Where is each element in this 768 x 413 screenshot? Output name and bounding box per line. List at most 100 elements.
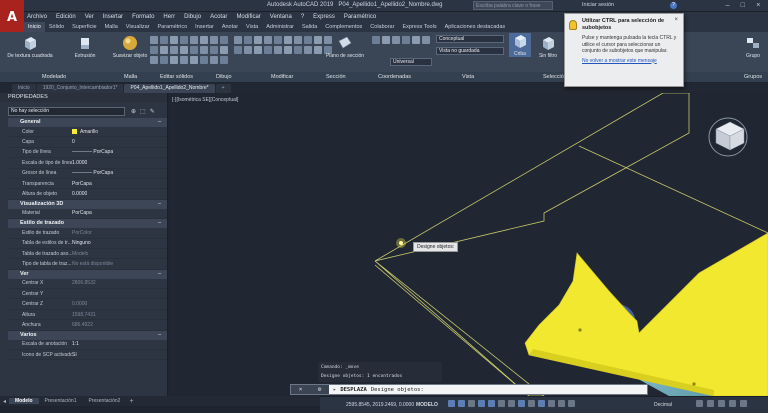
tab-insertar[interactable]: Insertar — [191, 22, 218, 32]
selection-dropdown[interactable]: No hay selección — [8, 107, 125, 116]
property-row[interactable]: Grosor de línea ———— PorCapa — [8, 169, 167, 179]
polar-icon[interactable] — [478, 400, 485, 407]
signin-button[interactable]: Iniciar sesión — [582, 2, 614, 8]
quick-select-icon[interactable]: ✎ — [150, 108, 155, 115]
units-dropdown[interactable]: Decimal — [654, 402, 672, 408]
tab-aplicaciones[interactable]: Aplicaciones destacadas — [441, 22, 510, 32]
tab-administrar[interactable]: Administrar — [262, 22, 298, 32]
tool-stretch-icon[interactable] — [234, 36, 242, 44]
dynamic-ucs-icon[interactable] — [548, 400, 555, 407]
tool-ucs-icon[interactable] — [274, 46, 282, 54]
osnap-icon[interactable] — [488, 400, 495, 407]
panel-grupos[interactable]: Grupos — [744, 74, 762, 80]
tool-3drotate-icon[interactable] — [304, 36, 312, 44]
menu-modificar[interactable]: Modificar — [236, 14, 260, 20]
extrude-button[interactable]: Extrusión — [70, 35, 100, 59]
tool-flatshot-icon[interactable] — [264, 46, 272, 54]
toggle-pickadd-icon[interactable]: ⊕ — [131, 108, 136, 115]
property-row[interactable]: Estilo de trazado PorColor — [8, 228, 167, 239]
layout-tab-presentacion2[interactable]: Presentación2 — [82, 398, 126, 404]
file-tab-conjunto[interactable]: 1920_Conjunto_Intercambiador1* — [36, 84, 124, 93]
tab-malla[interactable]: Malla — [101, 22, 122, 32]
tool-chamfer-icon[interactable] — [220, 36, 228, 44]
panel-malla[interactable]: Malla — [124, 74, 137, 80]
visual-style-dropdown[interactable]: Conceptual — [436, 35, 504, 43]
tool-trim-icon[interactable] — [210, 56, 218, 64]
menu-parametrico[interactable]: Paramétrico — [344, 14, 376, 20]
smooth-object-button[interactable]: Suavizar objeto — [113, 35, 147, 59]
tab-visualizar[interactable]: Visualizar — [122, 22, 154, 32]
tool-rect-icon[interactable] — [150, 56, 158, 64]
ortho-icon[interactable] — [468, 400, 475, 407]
tool-ucsx-icon[interactable] — [284, 46, 292, 54]
box-button[interactable]: De textura cuadrada — [7, 35, 53, 59]
property-row[interactable]: Centrar X 2806.8532 — [8, 279, 167, 290]
property-value[interactable]: 686.4922 — [72, 322, 93, 328]
tab-complementos[interactable]: Complementos — [321, 22, 366, 32]
menu-acotar[interactable]: Acotar — [210, 14, 227, 20]
file-tab-inicio[interactable]: Inicio — [12, 84, 36, 93]
property-value[interactable]: No está disponible — [72, 261, 113, 267]
tool-spline-icon[interactable] — [180, 56, 188, 64]
new-tab-button[interactable]: + — [215, 84, 231, 93]
tool-line-icon[interactable] — [150, 46, 158, 54]
coordinates-readout[interactable]: 2595.8545, 2619.2469, 0.0000 — [346, 402, 414, 408]
tab-superficie[interactable]: Superficie — [68, 22, 100, 32]
property-row[interactable]: Icono de SCP activado Sí — [8, 350, 167, 361]
add-layout-button[interactable]: + — [126, 398, 136, 405]
property-row[interactable]: Material PorCapa — [8, 209, 167, 220]
menu-express[interactable]: Express — [313, 14, 335, 20]
panel-coordenadas[interactable]: Coordenadas — [378, 74, 411, 80]
workspace-icon[interactable] — [568, 400, 575, 407]
tool-explode-icon[interactable] — [254, 36, 262, 44]
property-row[interactable]: Escala de anotación 1:1 — [8, 340, 167, 351]
tool-thicken-icon[interactable] — [190, 36, 198, 44]
tool-move-icon[interactable] — [190, 46, 198, 54]
tool-coord-1-icon[interactable] — [372, 36, 380, 44]
tool-interfere-icon[interactable] — [244, 46, 252, 54]
no-filter-button[interactable]: Sin filtro — [535, 35, 561, 59]
property-value[interactable]: PorCapa — [72, 181, 92, 187]
model-canvas[interactable] — [169, 93, 768, 396]
tool-arc-icon[interactable] — [180, 46, 188, 54]
tool-3darray-icon[interactable] — [234, 46, 242, 54]
property-value[interactable]: 0 — [72, 139, 75, 145]
tool-coord-5-icon[interactable] — [412, 36, 420, 44]
property-value[interactable]: PorCapa — [72, 210, 92, 216]
property-value[interactable]: 2806.8532 — [72, 280, 96, 286]
property-row[interactable]: Centrar Z 0.0000 — [8, 299, 167, 310]
tool-coord-3-icon[interactable] — [392, 36, 400, 44]
select-objects-icon[interactable]: ⬚ — [140, 108, 146, 115]
panel-editar-solidos[interactable]: Editar sólidos — [160, 74, 193, 80]
menu-insertar[interactable]: Insertar — [103, 14, 123, 20]
property-value[interactable]: Amarillo — [72, 129, 98, 135]
tool-align-icon[interactable] — [284, 36, 292, 44]
property-value[interactable]: 0.0000 — [72, 191, 87, 197]
grid-icon[interactable] — [448, 400, 455, 407]
property-value[interactable]: Ninguno — [72, 240, 91, 246]
otrack-icon[interactable] — [498, 400, 505, 407]
tool-3dalign-icon[interactable] — [314, 36, 322, 44]
properties-section-header[interactable]: Varios — [8, 330, 167, 340]
layout-tab-presentacion1[interactable]: Presentación1 — [39, 398, 83, 404]
tool-offset-icon[interactable] — [244, 36, 252, 44]
property-value[interactable]: 0.0000 — [72, 301, 87, 307]
menu-edicion[interactable]: Edición — [56, 14, 76, 20]
properties-section-header[interactable]: General — [8, 118, 167, 127]
recent-commands-icon[interactable]: ▸ — [333, 387, 336, 393]
property-row[interactable]: Escala de tipo de línea 1.0000 — [8, 158, 167, 169]
tool-rotate-icon[interactable] — [200, 46, 208, 54]
tool-intersect-icon[interactable] — [170, 36, 178, 44]
menu-dibujo[interactable]: Dibujo — [184, 14, 201, 20]
dont-show-again-link[interactable]: No volver a mostrar este mensaje — [582, 58, 677, 64]
annotation-scale-icon[interactable] — [558, 400, 565, 407]
property-row[interactable]: Altura de objeto 0.0000 — [8, 189, 167, 200]
autocad-logo[interactable]: A — [0, 0, 24, 34]
tool-3dmove-icon[interactable] — [294, 36, 302, 44]
isolate-objects-icon[interactable] — [718, 400, 725, 407]
3d-osnap-icon[interactable] — [538, 400, 545, 407]
customize-icon[interactable]: ⚙ — [318, 386, 322, 393]
customization-icon[interactable] — [740, 400, 747, 407]
tool-erase-icon[interactable] — [220, 56, 228, 64]
named-view-dropdown[interactable]: Vista no guardada — [436, 47, 504, 55]
